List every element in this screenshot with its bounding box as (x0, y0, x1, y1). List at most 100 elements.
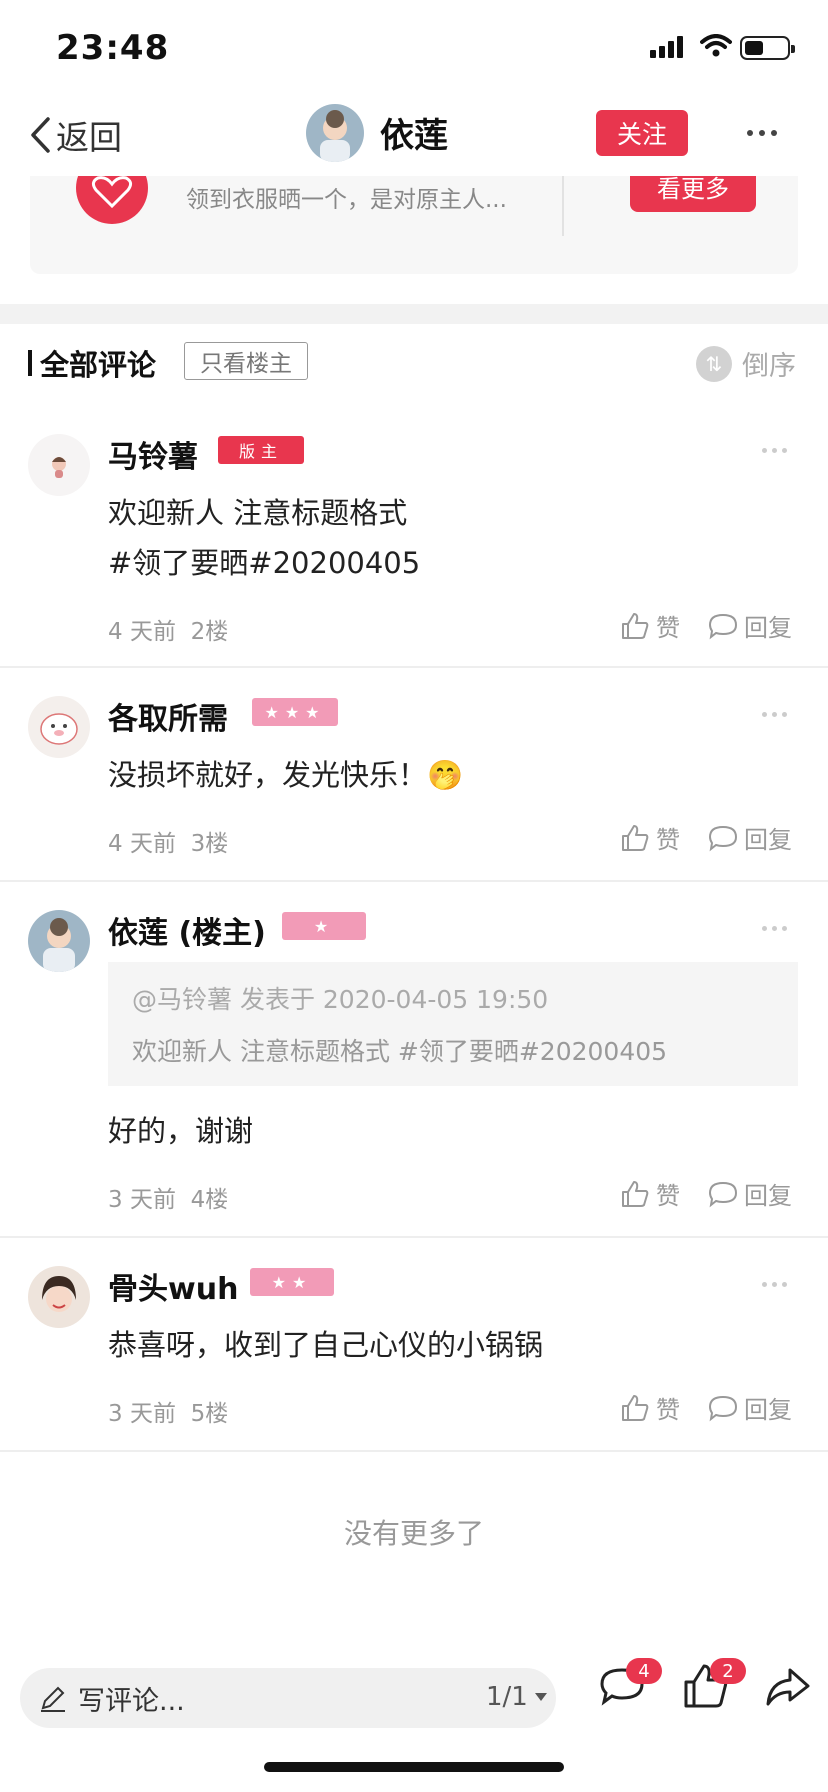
comment-username[interactable]: 马铃薯 (108, 432, 198, 476)
comment-more-button[interactable] (762, 712, 787, 717)
chat-bubble-icon (708, 1181, 738, 1207)
see-more-button[interactable]: 看更多 (630, 176, 756, 212)
comment-text: 欢迎新人 注意标题格式 #领了要晒#20200405 (108, 488, 420, 588)
reply-button[interactable]: 回复 (708, 608, 792, 643)
comments-header: 全部评论 (28, 342, 156, 384)
related-card: 领到衣服晒一个，是对原主人... 看更多 (30, 176, 798, 274)
level-badge: ★ (282, 912, 366, 940)
comment-more-button[interactable] (762, 926, 787, 931)
avatar[interactable] (28, 910, 90, 972)
comment-meta: 4 天前 3楼 (108, 824, 228, 858)
like-button[interactable]: 赞 (620, 1176, 680, 1211)
like-post-button[interactable]: 2 (682, 1658, 746, 1714)
caret-down-icon (534, 1693, 547, 1701)
comment-divider (0, 1450, 828, 1452)
like-button[interactable]: 赞 (620, 820, 680, 855)
home-indicator (264, 1762, 564, 1772)
like-label: 赞 (656, 614, 680, 642)
comment-text: 恭喜呀，收到了自己心仪的小锅锅 (108, 1328, 544, 1362)
write-comment-input[interactable]: 写评论... 1/1 (20, 1668, 556, 1728)
heart-icon (76, 176, 148, 224)
quoted-comment[interactable]: @马铃薯 发表于 2020-04-05 19:50 欢迎新人 注意标题格式 #领… (108, 962, 798, 1086)
comment-time: 4 天前 (108, 619, 176, 645)
wifi-icon (700, 34, 732, 57)
pencil-icon (41, 1686, 65, 1712)
comment-item: 依莲 (楼主) ★ @马铃薯 发表于 2020-04-05 19:50 欢迎新人… (0, 882, 828, 1236)
reply-button[interactable]: 回复 (708, 1390, 792, 1425)
like-button[interactable]: 赞 (620, 1390, 680, 1425)
status-time: 23:48 (56, 28, 170, 68)
comment-item: 各取所需 ★★★ 没损坏就好，发光快乐！🤭 4 天前 3楼 赞 回复 (0, 668, 828, 880)
comment-meta: 4 天前 2楼 (108, 612, 228, 646)
comment-floor: 5楼 (190, 1401, 229, 1427)
status-bar: 23:48 (0, 0, 828, 96)
reply-button[interactable]: 回复 (708, 1176, 792, 1211)
author-avatar[interactable] (306, 104, 364, 162)
comment-username[interactable]: 依莲 (楼主) (108, 908, 266, 952)
nav-bar: 返回 依莲 关注 (0, 96, 828, 176)
reply-label: 回复 (744, 614, 792, 642)
header-bar (28, 350, 32, 376)
chat-bubble-icon (708, 825, 738, 851)
like-label: 赞 (656, 826, 680, 854)
thumbs-up-icon (622, 1394, 649, 1421)
card-description: 领到衣服晒一个，是对原主人... (186, 187, 507, 213)
only-op-button[interactable]: 只看楼主 (184, 342, 308, 380)
reply-label: 回复 (744, 1182, 792, 1210)
sort-button[interactable]: ⇅ 倒序 (696, 344, 796, 383)
comment-text: 没损坏就好，发光快乐！🤭 (108, 758, 464, 792)
write-comment-placeholder: 写评论... (78, 1685, 185, 1717)
share-button[interactable] (764, 1662, 812, 1714)
avatar[interactable] (28, 696, 90, 758)
like-button[interactable]: 赞 (620, 608, 680, 643)
moderator-badge: 版主 (218, 436, 304, 464)
card-divider (562, 176, 564, 236)
signal-icon (650, 36, 683, 58)
level-badge: ★★ (250, 1268, 334, 1296)
chevron-left-icon (31, 117, 50, 153)
page-indicator-label: 1/1 (486, 1682, 528, 1712)
comment-item: 马铃薯 版主 欢迎新人 注意标题格式 #领了要晒#20200405 4 天前 2… (0, 426, 828, 666)
comment-more-button[interactable] (762, 448, 787, 453)
thumbs-up-icon (622, 824, 649, 851)
comment-time: 3 天前 (108, 1401, 176, 1427)
level-badge: ★★★ (252, 698, 338, 726)
like-label: 赞 (656, 1396, 680, 1424)
like-count-badge: 2 (710, 1658, 746, 1684)
back-label: 返回 (56, 118, 122, 157)
comment-time: 4 天前 (108, 831, 176, 857)
comment-floor: 2楼 (190, 619, 229, 645)
reply-button[interactable]: 回复 (708, 820, 792, 855)
comment-username[interactable]: 骨头wuh (108, 1264, 238, 1308)
back-button[interactable]: 返回 (28, 110, 122, 160)
avatar[interactable] (28, 434, 90, 496)
comment-floor: 4楼 (190, 1187, 229, 1213)
page-title: 依莲 (380, 116, 448, 156)
battery-icon (740, 36, 795, 60)
comment-text-line: 欢迎新人 注意标题格式 (108, 496, 408, 530)
comment-text-line: #领了要晒#20200405 (108, 546, 421, 580)
follow-button[interactable]: 关注 (596, 110, 688, 156)
thumbs-up-icon (622, 1180, 649, 1207)
comment-time: 3 天前 (108, 1187, 176, 1213)
quote-header: @马铃薯 发表于 2020-04-05 19:50 (132, 985, 549, 1014)
reply-label: 回复 (744, 1396, 792, 1424)
comment-meta: 3 天前 4楼 (108, 1180, 228, 1214)
comment-username[interactable]: 各取所需 (108, 694, 228, 738)
like-label: 赞 (656, 1182, 680, 1210)
comment-text: 好的，谢谢 (108, 1114, 254, 1148)
comment-floor: 3楼 (190, 831, 229, 857)
avatar[interactable] (28, 1266, 90, 1328)
reply-label: 回复 (744, 826, 792, 854)
comment-more-button[interactable] (762, 1282, 787, 1287)
thumbs-up-icon (622, 612, 649, 639)
comments-button[interactable]: 4 (598, 1658, 662, 1714)
chat-bubble-icon (708, 1395, 738, 1421)
comment-item: 骨头wuh ★★ 恭喜呀，收到了自己心仪的小锅锅 3 天前 5楼 赞 回复 (0, 1238, 828, 1450)
more-options-button[interactable] (740, 110, 784, 156)
page-indicator[interactable]: 1/1 (486, 1682, 548, 1712)
section-gap (0, 304, 828, 324)
share-icon (766, 1668, 810, 1706)
comment-meta: 3 天前 5楼 (108, 1394, 228, 1428)
chat-bubble-icon (708, 613, 738, 639)
